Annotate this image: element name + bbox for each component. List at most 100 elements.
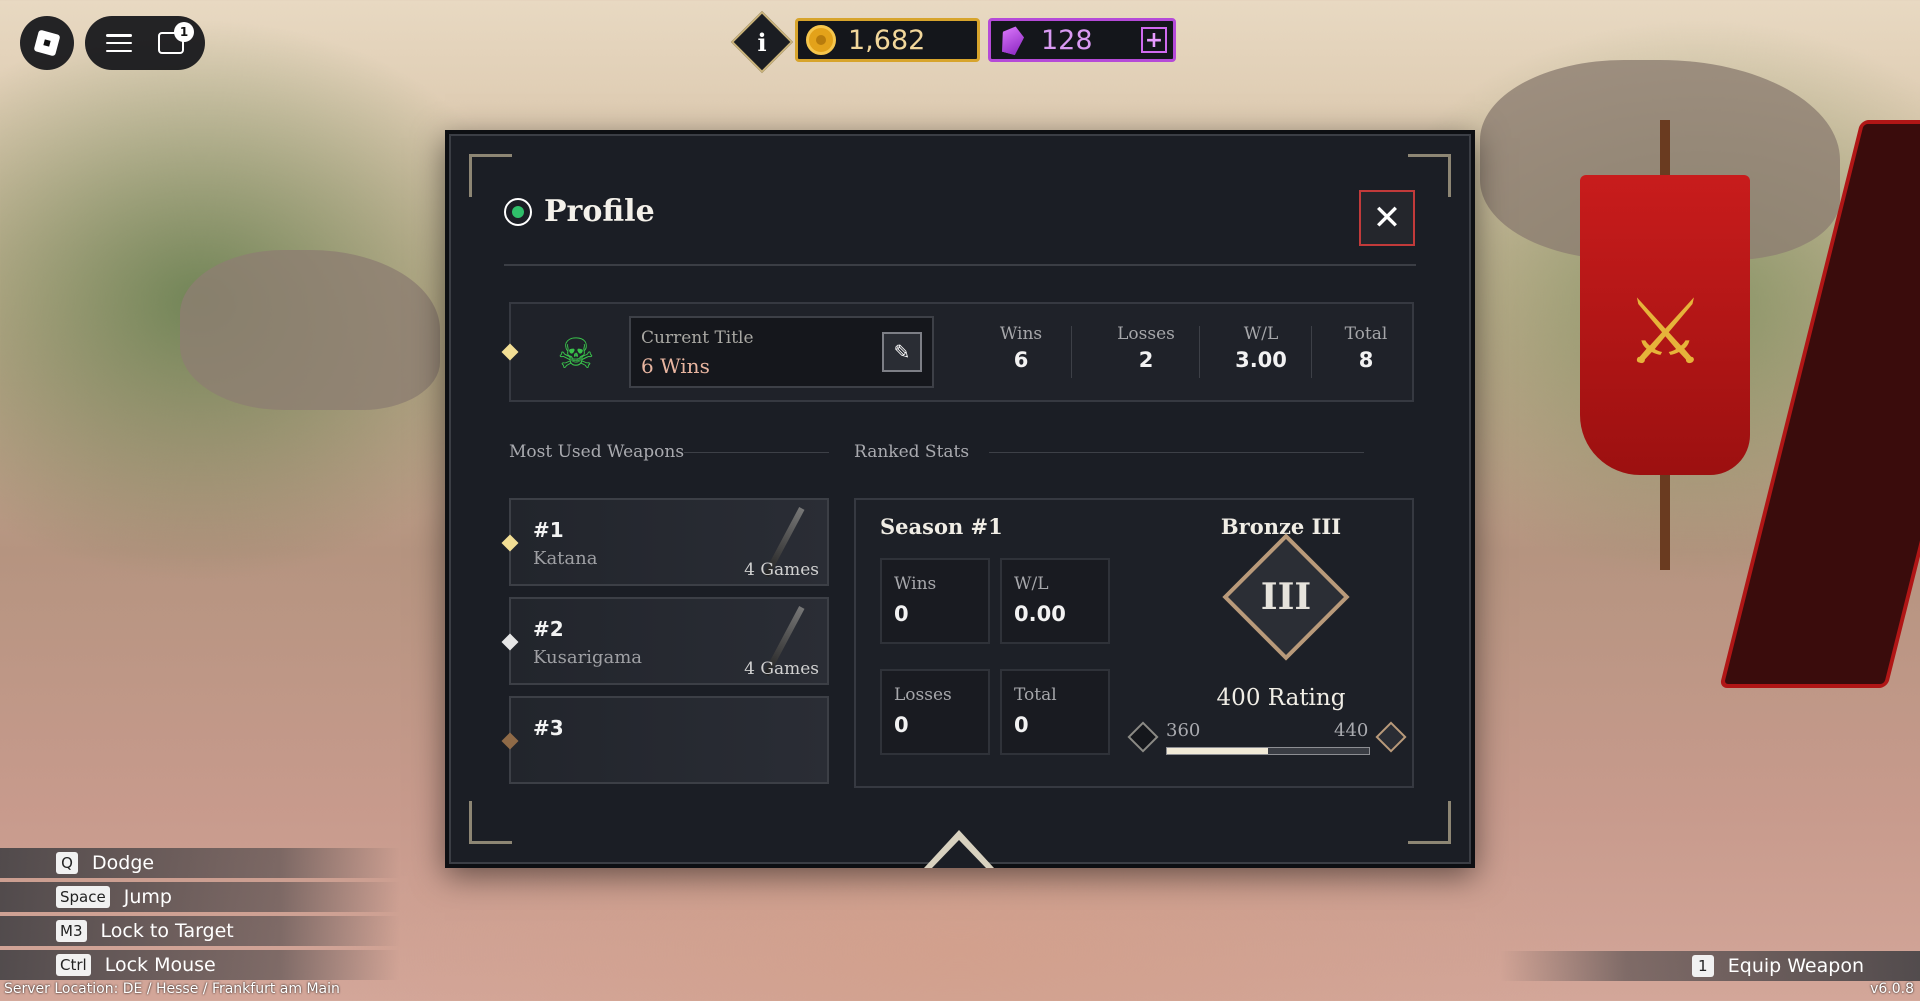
stat-label: Total <box>1344 324 1388 344</box>
rating-progress-bar <box>1166 747 1370 755</box>
keybind-label: Equip Weapon <box>1727 955 1864 977</box>
buy-gems-button[interactable]: + <box>1141 27 1167 53</box>
diamond-marker-icon <box>501 732 519 750</box>
weapon-slot-1: #1 Katana 4 Games <box>501 498 829 586</box>
stat-losses: Losses 2 <box>1086 304 1206 400</box>
info-icon: i <box>757 27 767 57</box>
weapon-games: 4 Games <box>744 659 819 679</box>
stat-label: Wins <box>999 324 1043 344</box>
profile-icon <box>504 197 532 226</box>
ranked-losses-box: Losses 0 <box>880 669 990 755</box>
panel-title: Profile <box>544 194 655 229</box>
player-summary-card: ☠ Current Title 6 Wins ✎ Wins 6 Losses 2… <box>501 302 1414 402</box>
season-title: Season #1 <box>880 514 1003 539</box>
crossed-swords-icon: ⚔ <box>1625 280 1706 385</box>
roblox-menu-button[interactable] <box>20 16 74 70</box>
hamburger-menu-icon[interactable] <box>106 34 132 52</box>
stat-value: 0 <box>894 713 909 737</box>
stat-label: Losses <box>1117 324 1175 344</box>
key-cap: Q <box>56 852 78 874</box>
ranked-total-box: Total 0 <box>1000 669 1110 755</box>
rank-emblem-icon: III <box>1222 533 1350 661</box>
keybind-label: Lock to Target <box>100 920 234 942</box>
keybind-row: Space Jump <box>0 882 400 912</box>
rating-value: 400 Rating <box>1216 685 1346 711</box>
roblox-topbar: 1 <box>85 16 205 70</box>
weapon-rank: #1 <box>533 518 564 542</box>
gem-icon <box>998 24 1026 57</box>
weapon-name: Kusarigama <box>533 647 643 668</box>
stat-value: 8 <box>1358 348 1374 372</box>
rating-range-high: 440 <box>1334 720 1369 741</box>
weapon-name: Katana <box>533 548 598 569</box>
stat-value: 0.00 <box>1014 602 1066 626</box>
corner-ornament <box>1408 801 1451 844</box>
weapon-slot-2: #2 Kusarigama 4 Games <box>501 597 829 685</box>
keybind-label: Dodge <box>92 852 155 874</box>
current-title-label: Current Title <box>641 328 754 348</box>
divider <box>684 452 829 453</box>
edit-title-button[interactable]: ✎ <box>882 332 922 372</box>
corner-ornament <box>469 801 512 844</box>
rating-range-low: 360 <box>1166 720 1201 741</box>
rank-tier-name: Bronze III <box>1220 514 1342 539</box>
ranked-stats-heading: Ranked Stats <box>854 442 970 462</box>
ranked-stats-card: Season #1 Wins 0 W/L 0.00 Losses 0 Total… <box>854 498 1414 788</box>
chat-icon[interactable]: 1 <box>158 22 194 54</box>
stat-value: 3.00 <box>1235 348 1287 372</box>
stat-value: 6 <box>1013 348 1029 372</box>
pencil-icon: ✎ <box>893 340 911 364</box>
diamond-marker-icon <box>501 534 519 552</box>
keybind-row: M3 Lock to Target <box>0 916 400 946</box>
coin-value: 1,682 <box>848 24 926 56</box>
coin-counter: 1,682 <box>795 18 980 62</box>
coin-icon <box>806 25 836 55</box>
ranked-wins-box: Wins 0 <box>880 558 990 644</box>
divider <box>504 264 1416 266</box>
stat-label: W/L <box>1243 324 1279 344</box>
rating-progress-fill <box>1167 748 1268 754</box>
stat-wl: W/L 3.00 <box>1211 304 1311 400</box>
background-rock <box>180 250 440 410</box>
key-cap: Space <box>56 886 110 908</box>
version-label: v6.0.8 <box>1870 981 1914 997</box>
gem-counter: 128 + <box>988 18 1176 62</box>
gem-value: 128 <box>1041 24 1093 56</box>
stat-label: Wins <box>894 574 937 594</box>
keybind-row: Ctrl Lock Mouse <box>0 950 400 980</box>
info-button[interactable]: i <box>730 10 794 74</box>
current-title-box: Current Title 6 Wins ✎ <box>629 316 934 388</box>
divider <box>1071 326 1072 378</box>
keybind-row: Q Dodge <box>0 848 400 878</box>
profile-panel: Profile ✕ ☠ Current Title 6 Wins ✎ Wins … <box>445 130 1475 868</box>
server-location: Server Location: DE / Hesse / Frankfurt … <box>4 981 340 997</box>
ranked-wl-box: W/L 0.00 <box>1000 558 1110 644</box>
divider <box>989 452 1364 453</box>
weapon-slot-3: #3 <box>501 696 829 784</box>
divider <box>1311 326 1312 378</box>
stat-label: W/L <box>1014 574 1049 594</box>
stat-value: 0 <box>1014 713 1029 737</box>
weapon-rank: #3 <box>533 716 564 740</box>
panel-header: Profile <box>504 194 655 229</box>
close-button[interactable]: ✕ <box>1359 190 1415 246</box>
weapon-games: 4 Games <box>744 560 819 580</box>
diamond-marker-icon <box>501 633 519 651</box>
key-cap: Ctrl <box>56 954 91 976</box>
equip-weapon-hint: 1 Equip Weapon <box>1500 951 1920 981</box>
rank-numeral: III <box>1260 576 1312 618</box>
lower-tier-icon <box>1127 721 1159 753</box>
key-cap: 1 <box>1691 955 1714 977</box>
keybind-label: Lock Mouse <box>104 954 216 976</box>
stat-total: Total 8 <box>1326 304 1406 400</box>
key-cap: M3 <box>56 920 87 942</box>
diamond-marker-icon <box>501 343 519 361</box>
keybind-label: Jump <box>123 886 172 908</box>
stat-label: Total <box>1014 685 1057 705</box>
most-used-weapons-heading: Most Used Weapons <box>509 442 685 462</box>
stat-wins: Wins 6 <box>971 304 1071 400</box>
weapon-rank: #2 <box>533 617 564 641</box>
next-tier-icon <box>1375 721 1407 753</box>
current-title-value: 6 Wins <box>641 354 710 378</box>
stat-value: 0 <box>894 602 909 626</box>
